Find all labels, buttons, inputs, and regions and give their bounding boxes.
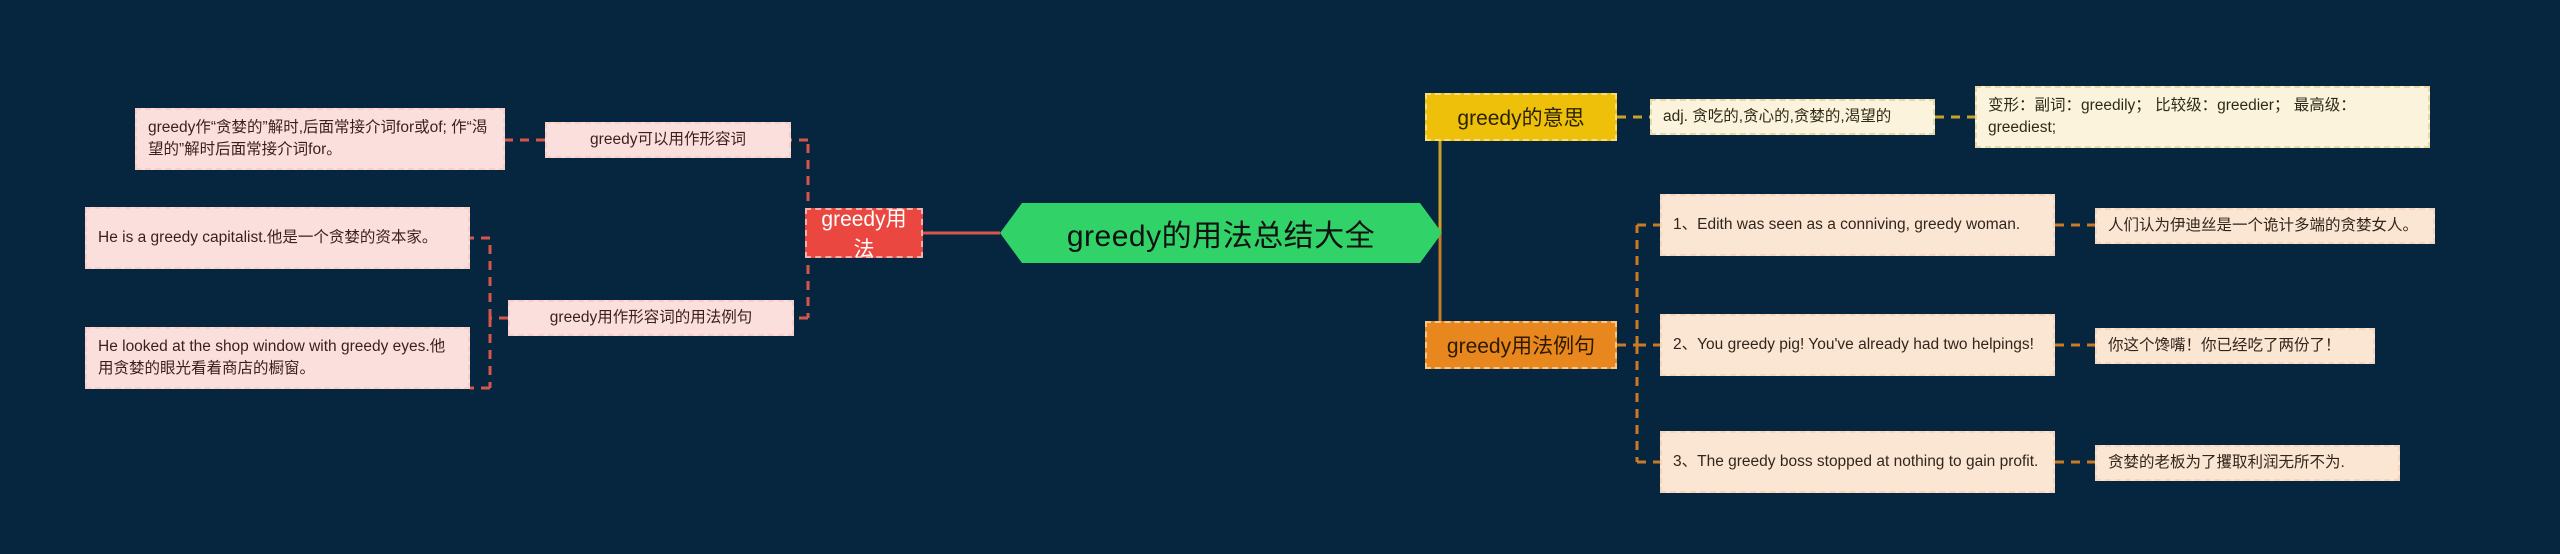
node-example-2-cn-label: 你这个馋嘴！你已经吃了两份了！ xyxy=(2108,337,2341,354)
node-example-3-en-label: 3、The greedy boss stopped at nothing to … xyxy=(1673,453,2039,470)
node-example-2-en-label: 2、You greedy pig! You've already had two… xyxy=(1673,336,2034,353)
node-example-1-cn-label: 人们认为伊迪丝是一个诡计多端的贪婪女人。 xyxy=(2108,217,2419,234)
branch-node-examples-label: greedy用法例句 xyxy=(1446,335,1596,358)
node-inflections[interactable]: 变形：副词：greedily； 比较级：greedier； 最高级：greedi… xyxy=(1975,86,2430,148)
node-example-2-en[interactable]: 2、You greedy pig! You've already had two… xyxy=(1660,314,2055,376)
root-node[interactable]: greedy的用法总结大全 xyxy=(1000,203,1442,263)
mindmap-canvas: greedy的用法总结大全 greedy用法 greedy可以用作形容词 gre… xyxy=(0,0,2560,554)
branch-node-meaning[interactable]: greedy的意思 xyxy=(1425,93,1617,141)
node-example-1-en-label: 1、Edith was seen as a conniving, greedy … xyxy=(1673,216,2021,233)
branch-node-examples[interactable]: greedy用法例句 xyxy=(1425,321,1617,369)
node-adj-example-2[interactable]: He looked at the shop window with greedy… xyxy=(85,327,470,389)
node-example-3-en[interactable]: 3、The greedy boss stopped at nothing to … xyxy=(1660,431,2055,493)
node-example-1-cn[interactable]: 人们认为伊迪丝是一个诡计多端的贪婪女人。 xyxy=(2095,208,2435,244)
node-adj-usage-label: greedy可以用作形容词 xyxy=(590,131,746,148)
node-example-3-cn-label: 贪婪的老板为了攫取利润无所不为. xyxy=(2108,454,2345,471)
node-adj-usage-note[interactable]: greedy作“贪婪的”解时,后面常接介词for或of; 作“渴望的”解时后面常… xyxy=(135,108,505,170)
node-example-2-cn[interactable]: 你这个馋嘴！你已经吃了两份了！ xyxy=(2095,328,2375,364)
node-adj-example-1[interactable]: He is a greedy capitalist.他是一个贪婪的资本家。 xyxy=(85,207,470,269)
branch-node-usage[interactable]: greedy用法 xyxy=(805,208,923,261)
node-definition[interactable]: adj. 贪吃的,贪心的,贪婪的,渴望的 xyxy=(1650,99,1935,135)
node-adj-example-1-label: He is a greedy capitalist.他是一个贪婪的资本家。 xyxy=(98,229,438,246)
node-inflections-label: 变形：副词：greedily； 比较级：greedier； 最高级：greedi… xyxy=(1988,97,2356,136)
root-node-label: greedy的用法总结大全 xyxy=(1066,220,1376,253)
node-adj-usage[interactable]: greedy可以用作形容词 xyxy=(545,122,791,158)
node-example-1-en[interactable]: 1、Edith was seen as a conniving, greedy … xyxy=(1660,194,2055,256)
node-definition-label: adj. 贪吃的,贪心的,贪婪的,渴望的 xyxy=(1663,108,1892,125)
node-adj-examples-label: greedy用作形容词的用法例句 xyxy=(549,309,753,326)
node-adj-usage-note-label: greedy作“贪婪的”解时,后面常接介词for或of; 作“渴望的”解时后面常… xyxy=(148,119,488,158)
node-example-3-cn[interactable]: 贪婪的老板为了攫取利润无所不为. xyxy=(2095,445,2400,481)
node-adj-examples[interactable]: greedy用作形容词的用法例句 xyxy=(508,300,794,336)
branch-node-usage-label: greedy用法 xyxy=(821,208,907,261)
branch-node-meaning-label: greedy的意思 xyxy=(1457,107,1585,130)
node-adj-example-2-label: He looked at the shop window with greedy… xyxy=(98,338,446,377)
